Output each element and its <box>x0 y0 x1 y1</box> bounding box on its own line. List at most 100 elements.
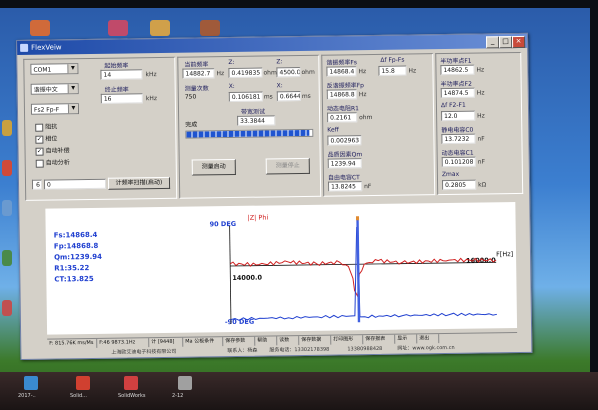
df-unit: Hz <box>477 112 485 120</box>
statusbar-button[interactable]: 退出 <box>417 334 440 344</box>
statusbar-button[interactable]: 打印图形 <box>331 335 364 345</box>
r1-unit: ohm <box>359 114 373 122</box>
delta-fp-fs-value: 15.8 <box>378 65 407 76</box>
stop-freq-input[interactable]: 16 <box>100 93 143 104</box>
desktop-icon[interactable] <box>2 200 12 216</box>
taskbar-app-icon[interactable] <box>178 376 192 390</box>
f1-label: 半功率点F1 <box>440 57 472 66</box>
taskbar-app-icon[interactable] <box>124 376 138 390</box>
z2-value: 4500.00 <box>276 67 301 78</box>
desktop-icon[interactable] <box>200 20 220 36</box>
window-title: FlexVeiw <box>31 43 62 52</box>
statusbar-field: F:46 9873.1Hz <box>97 338 150 348</box>
close-button[interactable]: × <box>511 35 526 49</box>
statusbar-field: 计 [9448] <box>149 337 184 348</box>
statusbar-field: F: 815.76K ms/Ms <box>47 338 98 349</box>
c0-label: 静电电容C0 <box>441 126 474 135</box>
sweep-start-button[interactable]: 计频率扫描(启动) <box>107 176 171 190</box>
start-freq-input[interactable]: 14 <box>100 69 143 80</box>
df-label: Δf F2-F1 <box>440 101 466 110</box>
marker-cap <box>355 216 360 221</box>
c0-unit: nF <box>477 135 485 143</box>
measure-count-value: 750 <box>184 93 197 101</box>
desktop-icon[interactable] <box>2 160 12 176</box>
stop-freq-label: 终止频率 <box>104 86 129 94</box>
f2-value: 14874.5 <box>440 87 475 99</box>
z2-unit: ohm <box>301 68 315 77</box>
option-checkbox[interactable]: 阻抗 <box>35 121 57 132</box>
taskbar-app-icon[interactable] <box>76 376 90 390</box>
taskbar-app-icon[interactable] <box>24 376 38 390</box>
x-value: 0.106181 <box>228 91 263 103</box>
ct-unit: nF <box>364 183 372 191</box>
maximize-button[interactable]: □ <box>498 36 513 49</box>
desktop-icon[interactable] <box>108 20 128 36</box>
website: 网址：www.ogk.com.cn <box>397 344 455 352</box>
statusbar-button[interactable]: 显示 <box>395 334 418 344</box>
minimize-button[interactable]: _ <box>485 36 500 49</box>
start-freq-unit: kHz <box>145 71 157 79</box>
c1-label: 动态电容C1 <box>441 149 474 158</box>
result-panel-a: 谐振频率Fs 14868.4 Hz Δf Fp-Fs 15.8 Hz 反谐振频率… <box>321 53 436 197</box>
chevron-down-icon: ▼ <box>67 64 78 74</box>
f2-unit: Hz <box>476 89 485 97</box>
progress-fill <box>186 129 310 138</box>
desktop-icon[interactable] <box>2 300 12 316</box>
contact-name: 联系人：杨森 <box>227 347 258 355</box>
measure-start-button[interactable]: 测量启动 <box>191 158 236 176</box>
company-name: 上海欧艾迪电子科技有限公司 <box>111 348 177 356</box>
option-checkbox[interactable]: ✓ 相位 <box>35 133 57 144</box>
ct-label: 自由电容CT <box>327 174 360 182</box>
desktop-icon[interactable] <box>150 20 170 36</box>
z-value: 0.419835 <box>228 67 263 79</box>
statusbar-button[interactable]: 保存数据 <box>299 335 332 346</box>
empty-checkbox-icon <box>35 159 44 168</box>
measurement-panel: 当前频率 14882.7 Hz 测量次数 750 Z: 0.419835 ohm… <box>177 54 322 199</box>
option-checkbox[interactable]: ✓ 自动补偿 <box>35 145 70 156</box>
y-axis <box>229 226 232 325</box>
desktop-icon[interactable] <box>2 250 12 266</box>
x2-label: X: <box>276 82 283 90</box>
mode-select[interactable]: 谐振中文 ▼ <box>30 83 79 95</box>
df-value: 12.0 <box>441 110 476 122</box>
service-phone: 服务电话：13302178398 <box>269 346 330 354</box>
sweep-mode-field[interactable]: 6 <box>31 179 43 190</box>
statusbar-button[interactable]: 读数 <box>277 336 300 346</box>
empty-checkbox-icon <box>35 123 44 132</box>
resonance-marker <box>356 218 361 323</box>
control-panel: COM1 ▼ 谐振中文 ▼ Fs2 Fp-F ▼ 起始频率 14 kHz 终止频率 1… <box>23 56 178 201</box>
statusbar-button[interactable]: 帮助 <box>255 336 278 346</box>
zmax-value: 0.2805 <box>441 179 477 191</box>
sweep-value-input[interactable]: 0 <box>43 178 107 190</box>
delta-fp-fs-label: Δf Fp-Fs <box>380 56 405 64</box>
x-label: X: <box>228 82 235 91</box>
measure-count-label: 测量次数 <box>184 85 209 93</box>
bandwidth-value: 33.3844 <box>237 115 276 126</box>
statusbar-button[interactable]: 保存参数 <box>223 336 256 347</box>
chevron-down-icon: ▼ <box>67 104 79 114</box>
option-checkbox[interactable]: 自动分析 <box>35 157 70 168</box>
delta-fp-fs-unit: Hz <box>408 67 417 75</box>
taskbar-app-label: 2017-.. <box>18 393 36 399</box>
keff-value: 0.002963 <box>327 135 362 146</box>
port-select[interactable]: COM1 ▼ <box>30 63 79 75</box>
desktop-icon[interactable] <box>2 120 12 136</box>
desktop-icon[interactable] <box>30 20 50 36</box>
stop-freq-unit: kHz <box>145 95 158 103</box>
f1-value: 14862.5 <box>440 64 475 76</box>
c0-value: 13.7232 <box>441 133 476 145</box>
start-freq-label: 起始频率 <box>104 62 129 70</box>
statusbar-button[interactable]: Ma 公板条件 <box>183 337 224 347</box>
c1-unit: nF <box>477 158 486 166</box>
statusbar-button[interactable]: 保存报表 <box>363 334 396 345</box>
bandwidth-label: 带宽测试 <box>240 108 266 116</box>
measure-stop-button[interactable]: 测量停止 <box>265 157 310 175</box>
type-select[interactable]: Fs2 Fp-F ▼ <box>30 103 80 115</box>
chevron-down-icon: ▼ <box>67 84 78 94</box>
taskbar: 2017-.. Solid... SolidWorks 2-12 <box>0 372 598 410</box>
keff-label: Keff <box>327 126 339 134</box>
service-phone-2: 13380988428 <box>347 345 383 353</box>
flexview-window: FlexVeiw _ □ × COM1 ▼ 谐振中文 ▼ Fs2 Fp-F ▼ 起始频… <box>16 32 533 360</box>
monitor-bezel <box>0 0 598 8</box>
f1-unit: Hz <box>476 66 485 74</box>
